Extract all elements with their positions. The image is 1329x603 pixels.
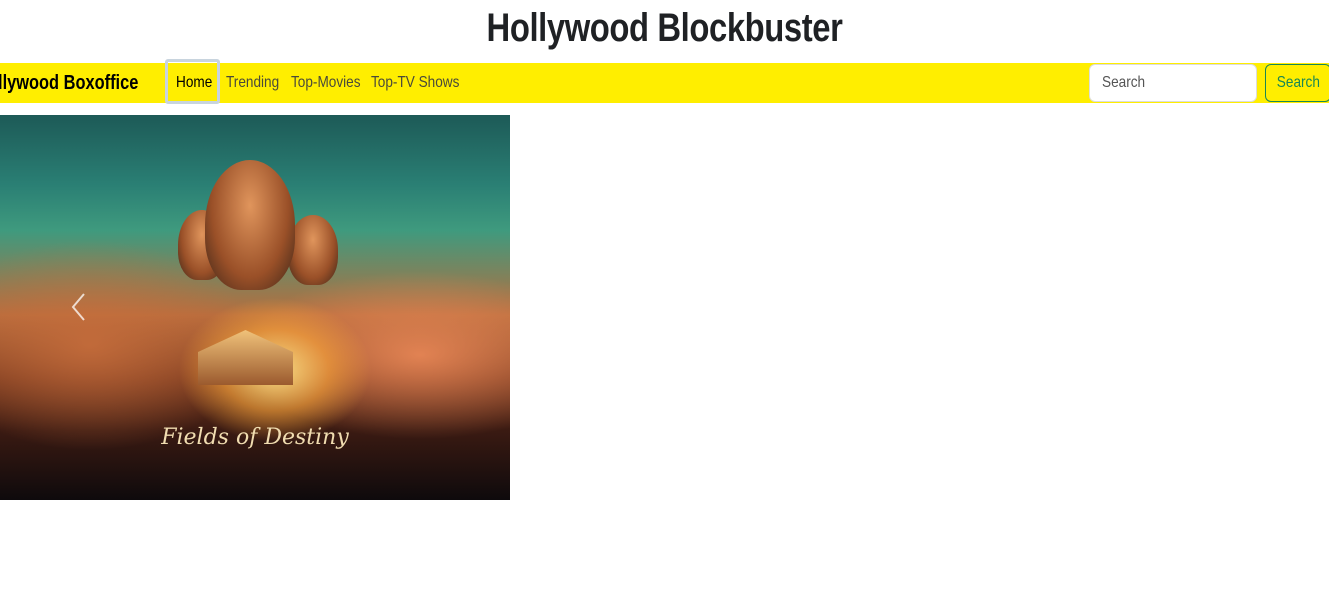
poster-figure-right (288, 215, 338, 285)
carousel-prev-button[interactable] (55, 267, 103, 347)
nav-link-top-tv-shows[interactable]: Top-TV Shows (371, 63, 459, 103)
site-title: Hollywood Blockbuster (486, 6, 843, 50)
nav-link-trending[interactable]: Trending (226, 63, 279, 103)
nav-link-top-movies[interactable]: Top-Movies (291, 63, 361, 103)
search-input[interactable] (1089, 64, 1257, 102)
navbar-brand[interactable]: ollywood Boxoffice (0, 63, 138, 103)
search-button[interactable]: Search (1265, 64, 1329, 102)
poster-figure-main (205, 160, 295, 290)
nav-link-home[interactable]: Home (176, 63, 212, 103)
chevron-left-icon (71, 293, 85, 321)
search-button-label: Search (1276, 74, 1320, 91)
navbar: ollywood Boxoffice Home Trending Top-Mov… (0, 59, 1329, 104)
carousel: Fields of Destiny (0, 115, 510, 500)
poster-title: Fields of Destiny (161, 425, 349, 450)
poster-house (198, 330, 293, 385)
